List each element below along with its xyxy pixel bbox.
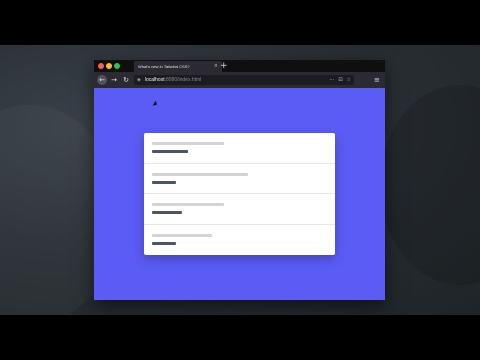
skeleton-line xyxy=(152,172,248,176)
skeleton-line xyxy=(152,233,212,237)
more-options-icon[interactable]: ⋯ xyxy=(329,77,334,83)
tab-bar: What's new in Tailwind CSS? × + xyxy=(94,60,385,72)
skeleton-line xyxy=(152,203,224,206)
skeleton-line xyxy=(152,211,182,214)
maximize-window-button[interactable] xyxy=(114,63,120,69)
back-arrow-icon[interactable]: ← xyxy=(97,75,107,85)
list-item xyxy=(144,194,335,225)
skeleton-line xyxy=(152,180,176,184)
list-item xyxy=(144,225,335,256)
desktop-shape xyxy=(380,85,480,285)
url-host: localhost xyxy=(144,77,165,83)
browser-toolbar: ← → ↻ ◈ localhost :8080/index.html ⋯ ⊡ ☆… xyxy=(94,72,385,88)
skeleton-line xyxy=(152,150,188,153)
page-viewport xyxy=(94,88,385,300)
new-tab-button[interactable]: + xyxy=(220,60,228,72)
reload-icon[interactable]: ↻ xyxy=(121,75,131,85)
skeleton-line xyxy=(152,241,176,245)
tab-close-icon[interactable]: × xyxy=(214,64,218,69)
skeleton-line xyxy=(152,142,224,145)
shield-icon[interactable]: ◈ xyxy=(137,77,141,83)
bookmark-star-icon[interactable]: ☆ xyxy=(347,77,351,83)
url-bar[interactable]: ◈ localhost :8080/index.html ⋯ ⊡ ☆ xyxy=(134,75,354,85)
tab-title: What's new in Tailwind CSS? xyxy=(138,64,190,69)
minimize-window-button[interactable] xyxy=(106,63,112,69)
forward-arrow-icon[interactable]: → xyxy=(109,75,119,85)
hamburger-menu-icon[interactable]: ≡ xyxy=(374,75,380,85)
skeleton-list-card xyxy=(144,133,335,255)
list-item xyxy=(144,164,335,194)
close-window-button[interactable] xyxy=(98,63,104,69)
pocket-icon[interactable]: ⊡ xyxy=(338,77,342,83)
browser-window: What's new in Tailwind CSS? × + ← → ↻ ◈ … xyxy=(94,60,385,300)
browser-tab[interactable]: What's new in Tailwind CSS? × xyxy=(134,61,222,72)
list-item xyxy=(144,133,335,164)
url-path: :8080/index.html xyxy=(164,77,202,83)
mouse-cursor-icon xyxy=(152,100,159,108)
